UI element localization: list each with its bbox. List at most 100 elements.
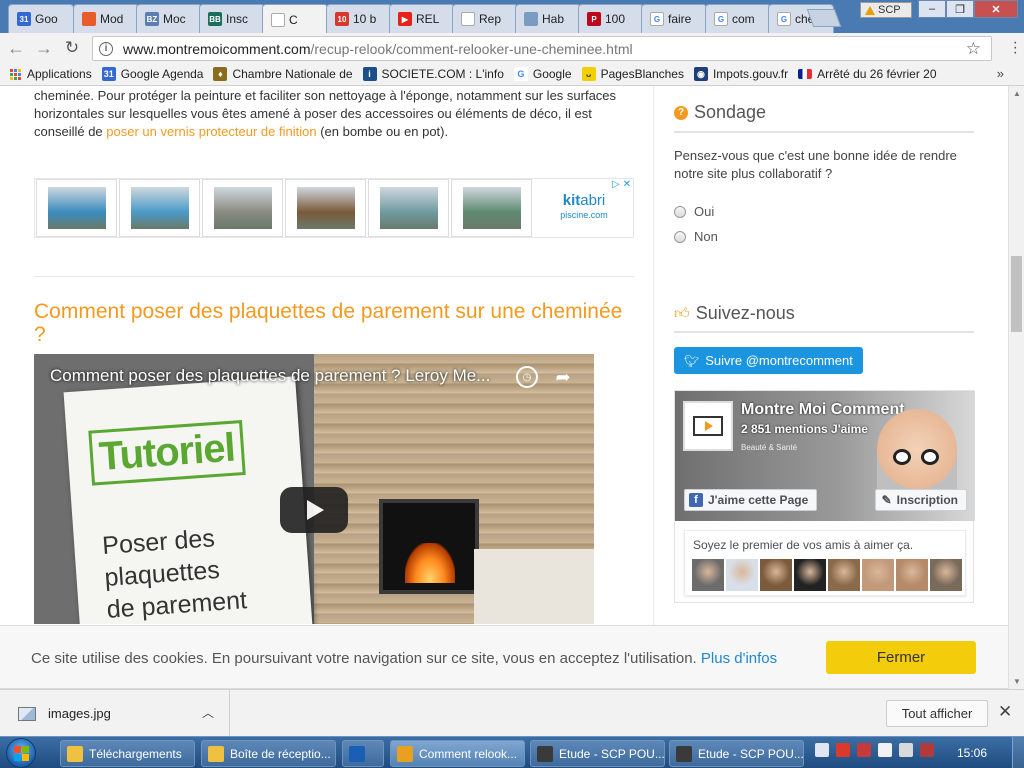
browser-tab[interactable]: 10 10 b: [326, 4, 392, 33]
browser-tab[interactable]: C: [262, 4, 328, 33]
facebook-like-label: J'aime cette Page: [708, 493, 809, 507]
profile-badge[interactable]: SCP: [860, 2, 912, 18]
friend-avatar[interactable]: [726, 559, 758, 591]
scroll-down-arrow[interactable]: ▼: [1013, 677, 1021, 686]
browser-tab[interactable]: Mod: [73, 4, 139, 33]
browser-tab[interactable]: ▶ REL: [389, 4, 455, 33]
youtube-video[interactable]: Tutoriel Poser des plaquettes de paremen…: [34, 354, 594, 624]
browser-tab[interactable]: Rep: [452, 4, 518, 33]
tray-antivirus-icon[interactable]: [857, 743, 871, 757]
taskbar-item[interactable]: Comment relook...: [390, 740, 525, 767]
address-bar[interactable]: i www.montremoicomment.com/recup-relook/…: [92, 36, 992, 61]
friend-avatar[interactable]: [760, 559, 792, 591]
browser-tab[interactable]: Gcom: [705, 4, 771, 33]
ad-thumbnail[interactable]: [285, 179, 366, 237]
bookmark-item[interactable]: ◉ Impots.gouv.fr: [693, 67, 788, 81]
tray-network-icon[interactable]: [878, 743, 892, 757]
cookie-close-button[interactable]: Fermer: [826, 641, 976, 674]
close-window-button[interactable]: ✕: [974, 0, 1018, 18]
taskbar-item[interactable]: Boîte de réceptio...: [201, 740, 336, 767]
bookmark-item[interactable]: Applications: [10, 67, 92, 81]
show-all-downloads-button[interactable]: Tout afficher: [886, 700, 988, 727]
kitabri-logo[interactable]: kitabri piscine.com: [544, 193, 624, 222]
site-info-icon[interactable]: i: [99, 41, 113, 56]
ad-thumbnail[interactable]: [368, 179, 449, 237]
facebook-cover-image[interactable]: Montre Moi Comment 2 851 mentions J'aime…: [675, 391, 975, 521]
tray-volume-icon[interactable]: [899, 743, 913, 757]
chevron-up-icon[interactable]: ︿: [202, 704, 214, 721]
radio-button[interactable]: [674, 205, 686, 218]
ad-thumbnail[interactable]: [119, 179, 200, 237]
show-desktop-button[interactable]: [1012, 737, 1024, 768]
facebook-like-button[interactable]: f J'aime cette Page: [684, 489, 818, 511]
page-scrollbar[interactable]: ▲ ▼: [1008, 86, 1024, 689]
friend-avatar[interactable]: [828, 559, 860, 591]
bookmark-item[interactable]: 31 Google Agenda: [101, 67, 203, 81]
friend-avatar[interactable]: [862, 559, 894, 591]
ad-thumbnail[interactable]: [36, 179, 117, 237]
browser-menu-icon[interactable]: · · ·: [1013, 35, 1018, 61]
chambre-icon: ♦: [213, 67, 228, 81]
tray-arrow-icon[interactable]: [815, 743, 829, 757]
cookie-more-info-link[interactable]: Plus d'infos: [701, 650, 777, 667]
ad-thumbnail[interactable]: [202, 179, 283, 237]
bookmarks-overflow-button[interactable]: »: [997, 66, 1004, 81]
facebook-page-name[interactable]: Montre Moi Comment: [741, 401, 905, 419]
poll-option-label: Oui: [694, 204, 715, 219]
new-tab-button[interactable]: [806, 9, 842, 27]
browser-toolbar: ← → ↻ i www.montremoicomment.com/recup-r…: [0, 33, 1024, 63]
maximize-button[interactable]: ❐: [946, 0, 974, 18]
bookmark-star-icon[interactable]: ☆: [966, 39, 981, 59]
browser-tab[interactable]: P 100: [578, 4, 644, 33]
friend-avatar[interactable]: [692, 559, 724, 591]
back-button[interactable]: ←: [4, 36, 28, 60]
browser-tab[interactable]: Gfaire: [641, 4, 707, 33]
fireplace-image: [379, 499, 479, 594]
friend-avatar[interactable]: [794, 559, 826, 591]
facebook-signup-button[interactable]: ✎ Inscription: [874, 489, 967, 511]
scroll-thumb[interactable]: [1011, 256, 1022, 332]
ad-banner[interactable]: kitabri piscine.com ▷ ✕: [34, 178, 634, 238]
adchoices-icon[interactable]: ▷ ✕: [612, 179, 631, 190]
share-icon[interactable]: ➦: [552, 366, 574, 388]
forward-button[interactable]: →: [32, 36, 56, 60]
minimize-button[interactable]: –: [918, 0, 946, 18]
start-button[interactable]: [6, 738, 36, 768]
close-downloads-bar-button[interactable]: ✕: [998, 702, 1012, 722]
impots-icon: ◉: [693, 67, 708, 81]
radio-button[interactable]: [674, 230, 686, 243]
taskbar-item[interactable]: [342, 740, 384, 767]
varnish-link[interactable]: poser un vernis protecteur de finition: [106, 124, 316, 139]
bookmark-item[interactable]: ♦ Chambre Nationale de: [213, 67, 353, 81]
poll-option-label: Non: [694, 229, 718, 244]
twitter-follow-button[interactable]: 🐦︎ Suivre @montrecomment: [674, 347, 863, 374]
taskbar-item[interactable]: Etude - SCP POU...: [669, 740, 804, 767]
browser-tab[interactable]: BZ Moc: [136, 4, 202, 33]
poll-option-non[interactable]: Non: [674, 229, 718, 244]
tray-app-icon[interactable]: [920, 743, 934, 757]
ad-thumbnail[interactable]: [451, 179, 532, 237]
facebook-page-avatar[interactable]: [683, 401, 733, 451]
bookmark-item[interactable]: G Google: [513, 67, 572, 81]
download-item[interactable]: images.jpg ︿: [0, 690, 230, 737]
scroll-up-arrow[interactable]: ▲: [1013, 89, 1021, 98]
taskbar-item[interactable]: Téléchargements: [60, 740, 195, 767]
browser-tab[interactable]: 31 Goo: [8, 4, 74, 33]
bookmark-item[interactable]: ᴗ PagesBlanches: [581, 67, 684, 81]
bookmark-item[interactable]: i SOCIETE.COM : L'info: [362, 67, 504, 81]
tab-label: faire: [668, 12, 692, 26]
bookmark-item[interactable]: Arrêté du 26 février 20: [798, 67, 937, 81]
taskbar-clock[interactable]: 15:06: [957, 746, 987, 760]
taskbar-item[interactable]: Etude - SCP POU...: [530, 740, 665, 767]
reload-button[interactable]: ↻: [60, 36, 84, 60]
browser-tab[interactable]: Hab: [515, 4, 581, 33]
friend-avatar[interactable]: [930, 559, 962, 591]
browser-tab[interactable]: BB Insc: [199, 4, 265, 33]
friend-avatar[interactable]: [896, 559, 928, 591]
poll-option-oui[interactable]: Oui: [674, 204, 714, 219]
video-title[interactable]: Comment poser des plaquettes de parement…: [50, 366, 490, 386]
tray-flag-icon[interactable]: [836, 743, 850, 757]
play-button[interactable]: [280, 487, 348, 533]
watch-later-icon[interactable]: ◷: [516, 366, 538, 388]
screen-play-icon: [693, 416, 723, 436]
